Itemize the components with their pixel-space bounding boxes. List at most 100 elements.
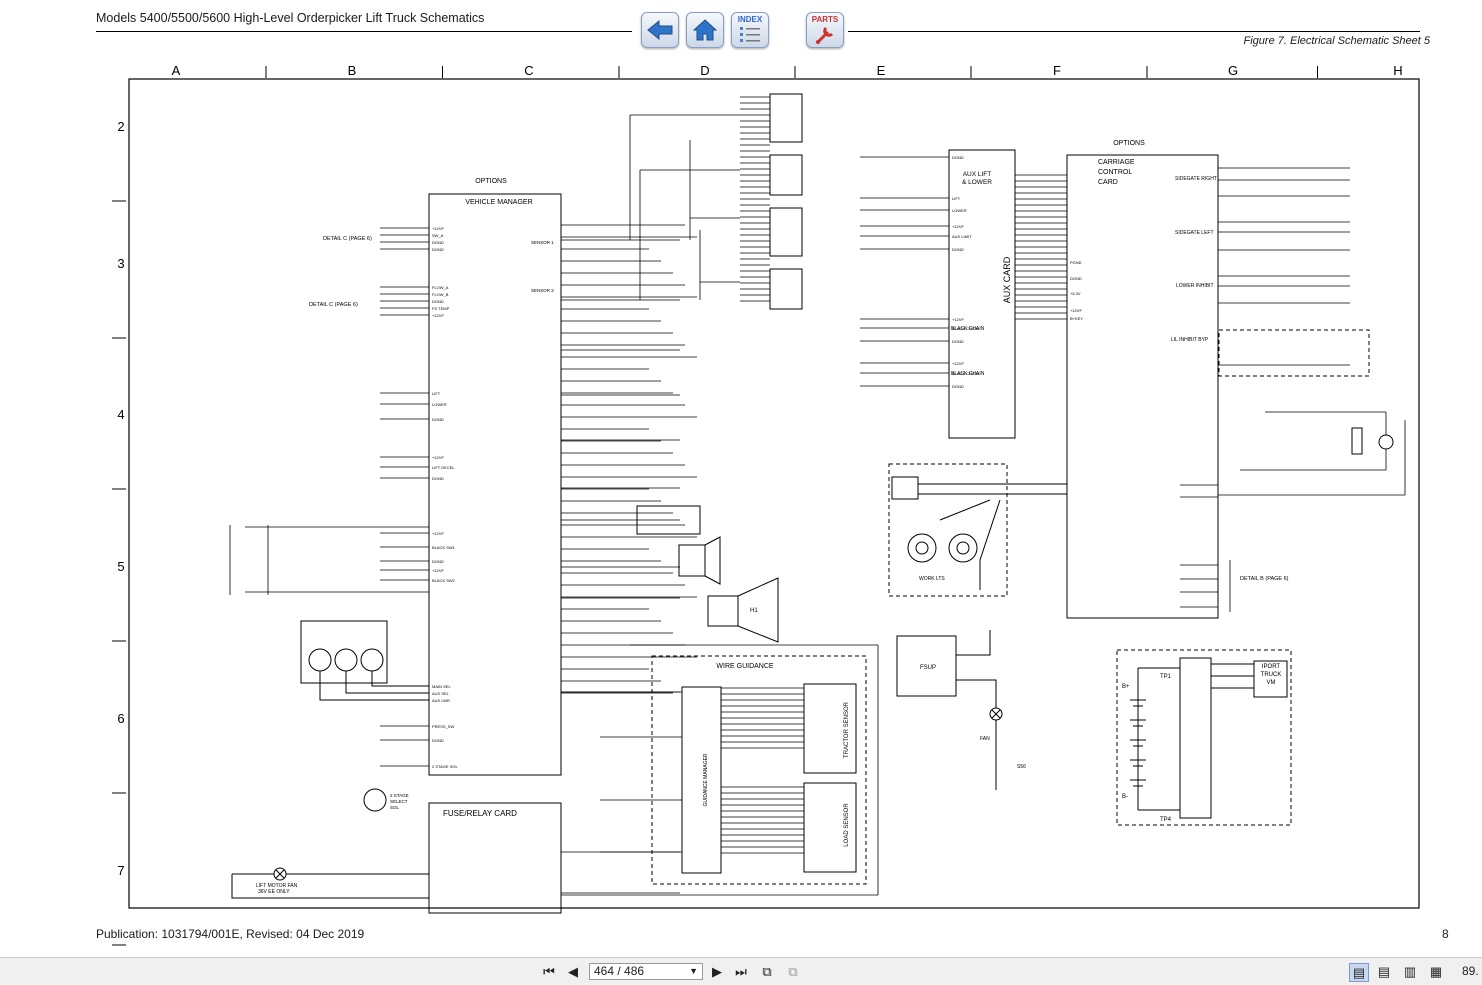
vm-pin-label: SW_A: [432, 233, 444, 238]
electrical-schematic: ABCDEFGH 234567 VEHICLE MANAGER OPTIONS …: [112, 63, 1420, 946]
vm-pin-label: DGND: [432, 559, 444, 564]
b-plus-label: B+: [1122, 684, 1130, 690]
grid-row-labels: 2 3 4 5 6 7: [112, 119, 126, 946]
tp1-label: TP1: [1160, 674, 1172, 680]
aux-pin-label: AUX LIMIT: [952, 234, 972, 239]
row-label-5: 5: [117, 559, 124, 574]
column-label-g: G: [1228, 63, 1238, 78]
row-label-6: 6: [117, 711, 124, 726]
vm-pin-label: DGND: [432, 240, 444, 245]
continuous-view-button[interactable]: ▤: [1375, 963, 1393, 980]
vm-pin-label: +12VF: [432, 313, 444, 318]
viewer-toolbar: ⏮ ◀ 464 / 486 ▼ ▶ ⏭ ⧉ ⧉ ▤ ▤ ▥ ▦ 89.: [0, 957, 1482, 985]
vm-pin-label: BLACK SW2: [432, 578, 456, 583]
facing-icon: ▥: [1403, 963, 1417, 979]
grid-column-labels: A B C D E F G H: [172, 63, 1403, 78]
work-lts-label: WORK LTS: [919, 576, 945, 582]
column-label-f: F: [1053, 63, 1061, 78]
next-page-icon: ▶: [712, 963, 722, 979]
vm-pin-label: +12VF: [432, 531, 444, 536]
vm-pin-label: AUX SEL: [432, 691, 450, 696]
continuous-facing-icon: ▦: [1429, 963, 1443, 979]
column-label-b: B: [348, 63, 357, 78]
options-label-vm: OPTIONS: [475, 178, 507, 185]
sensor-1-label: SENSOR 1: [531, 240, 554, 245]
continuous-facing-button[interactable]: ▦: [1427, 963, 1445, 980]
aux-pin-label: DGND: [952, 155, 964, 160]
row-label-2: 2: [117, 119, 124, 134]
fuse-relay-card-label: FUSE/RELAY CARD: [443, 809, 517, 818]
options-label-carriage: OPTIONS: [1113, 140, 1145, 147]
back-view-icon: ⧉: [762, 963, 772, 979]
single-page-icon: ▤: [1352, 964, 1366, 980]
carriage-pin-label: +12VF: [1070, 308, 1082, 313]
stage-select-label-1: 2 STAGE: [390, 793, 409, 798]
publication-info: Publication: 1031794/001E, Revised: 04 D…: [96, 927, 365, 941]
page-indicator: 464 / 486: [594, 964, 645, 978]
sidegate-right-label: SIDEGATE RIGHT: [1175, 176, 1217, 182]
carriage-pin-label: +5.3V: [1070, 291, 1081, 296]
option-connector-blocks: [769, 93, 803, 310]
column-label-d: D: [700, 63, 709, 78]
facing-view-button[interactable]: ▥: [1401, 963, 1419, 980]
carriage-label-2: CONTROL: [1098, 169, 1132, 176]
stage-select-solenoid: [363, 788, 387, 812]
vm-pin-label: DGND: [432, 417, 444, 422]
guidance-manager-label: GUIDANCE MANAGER: [703, 753, 709, 806]
vm-pin-label: FLOW_A: [432, 285, 449, 290]
go-forward-view-button[interactable]: ⧉: [784, 963, 802, 980]
last-page-button[interactable]: ⏭: [732, 963, 750, 980]
aux-pin-label: BLACK CHAIN: [952, 326, 979, 331]
previous-page-icon: ◀: [568, 963, 578, 979]
column-label-a: A: [172, 63, 181, 78]
column-label-h: H: [1393, 63, 1402, 78]
next-page-button[interactable]: ▶: [708, 963, 726, 980]
vm-pin-label: FS TEMP: [432, 306, 450, 311]
column-label-c: C: [524, 63, 533, 78]
vm-pin-label: LIFT DECEL: [432, 465, 455, 470]
detail-c-ref-1: DETAIL C (PAGE 6): [323, 236, 372, 242]
forward-view-icon: ⧉: [788, 963, 798, 979]
carriage-label-1: CARRIAGE: [1098, 159, 1135, 166]
aux-pin-label: BLACK CHAIN: [952, 371, 979, 376]
aux-pin-label: DGND: [952, 384, 964, 389]
vm-pin-label: DGND: [432, 476, 444, 481]
sensor-2-label: SENSOR 2: [531, 288, 554, 293]
iport-label-1: IPORT: [1262, 664, 1281, 670]
single-page-view-button[interactable]: ▤: [1349, 963, 1369, 982]
previous-page-button[interactable]: ◀: [564, 963, 582, 980]
zoom-level: 89.: [1462, 964, 1479, 978]
aux-pin-label: +12VF: [952, 224, 964, 229]
fan-label: FAN: [980, 736, 990, 742]
fsup-label: FSUP: [920, 665, 936, 671]
fuse-relay-card-box: [428, 802, 562, 914]
page-select[interactable]: 464 / 486 ▼: [589, 963, 703, 980]
row-label-7: 7: [117, 863, 124, 878]
vm-pin-label: AUX LWR: [432, 698, 450, 703]
chevron-down-icon: ▼: [689, 966, 698, 976]
vm-pin-label: PRESS_SW: [432, 724, 454, 729]
aux-pin-label: LIFT: [952, 196, 961, 201]
stage-select-label-2: SELECT: [390, 799, 408, 804]
carriage-pin-label: PGND: [1070, 260, 1082, 265]
aux-pin-label: +12VF: [952, 317, 964, 322]
b-minus-label: B-: [1122, 794, 1128, 800]
vm-pin-label: 2 STAGE SOL: [432, 764, 458, 769]
vm-pin-label: FLOW_B: [432, 292, 449, 297]
carriage-label-3: CARD: [1098, 179, 1118, 186]
continuous-icon: ▤: [1377, 963, 1391, 979]
lil-inhibit-box: [1218, 329, 1370, 377]
tp4-label: TP4: [1160, 817, 1172, 823]
vm-pin-label: LIFT: [432, 391, 441, 396]
aux-pin-label: DGND: [952, 247, 964, 252]
aux-lift-lower-line1: AUX LIFT: [963, 171, 992, 178]
vehicle-manager-label: VEHICLE MANAGER: [465, 199, 532, 206]
wire-guidance-box: [651, 655, 867, 885]
go-back-view-button[interactable]: ⧉: [758, 963, 776, 980]
first-page-button[interactable]: ⏮: [540, 963, 558, 980]
vm-pin-label: BLACK SW1: [432, 545, 456, 550]
carriage-pin-label: B+KEY: [1070, 316, 1083, 321]
column-label-e: E: [877, 63, 886, 78]
carriage-control-card-box: [1066, 154, 1219, 619]
vm-pin-label: MAIN SEL: [432, 684, 451, 689]
